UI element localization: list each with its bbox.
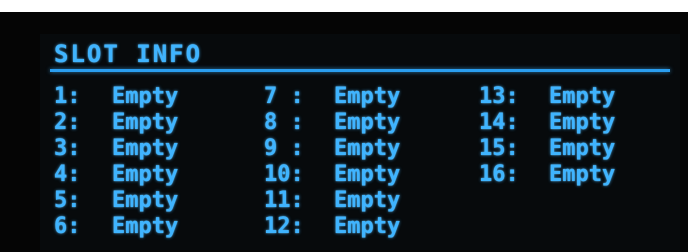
title-bar: SLOT INFO xyxy=(50,38,670,72)
slot-number: 10: xyxy=(264,162,304,187)
slot-number: 6: xyxy=(54,214,81,239)
slot-list: 1: Empty 2: Empty 3: Empty 4: Empty 5: Empty … xyxy=(54,84,666,246)
slot-6: 6: Empty xyxy=(54,214,254,240)
slot-status: Empty xyxy=(334,214,401,239)
slot-status: Empty xyxy=(334,188,401,213)
slot-status: Empty xyxy=(334,110,401,135)
slot-14: 14: Empty xyxy=(479,110,679,136)
slot-number: 8 : xyxy=(264,110,304,135)
slot-status: Empty xyxy=(112,136,179,161)
slot-11: 11: Empty xyxy=(264,188,464,214)
slot-number: 13: xyxy=(479,84,519,109)
slot-number: 16: xyxy=(479,162,519,187)
slot-8: 8 : Empty xyxy=(264,110,464,136)
slot-13: 13: Empty xyxy=(479,84,679,110)
slot-5: 5: Empty xyxy=(54,188,254,214)
slot-status: Empty xyxy=(112,162,179,187)
slot-status: Empty xyxy=(549,84,616,109)
title-underline xyxy=(50,69,670,72)
slot-12: 12: Empty xyxy=(264,214,464,240)
slot-status: Empty xyxy=(549,110,616,135)
slot-9: 9 : Empty xyxy=(264,136,464,162)
slot-number: 9 : xyxy=(264,136,304,161)
slot-status: Empty xyxy=(112,110,179,135)
slot-number: 2: xyxy=(54,110,81,135)
slot-15: 15: Empty xyxy=(479,136,679,162)
slot-7: 7 : Empty xyxy=(264,84,464,110)
slot-4: 4: Empty xyxy=(54,162,254,188)
oled-screen: SLOT INFO 1: Empty 2: Empty 3: Empty 4: Empt… xyxy=(40,34,680,250)
screen-title: SLOT INFO xyxy=(54,40,203,68)
slot-status: Empty xyxy=(334,84,401,109)
slot-number: 12: xyxy=(264,214,304,239)
slot-3: 3: Empty xyxy=(54,136,254,162)
slot-status: Empty xyxy=(112,188,179,213)
slot-status: Empty xyxy=(112,214,179,239)
device-bezel: SLOT INFO 1: Empty 2: Empty 3: Empty 4: Empt… xyxy=(0,12,688,252)
slot-1: 1: Empty xyxy=(54,84,254,110)
slot-column-3: 13: Empty 14: Empty 15: Empty 16: Empty xyxy=(479,84,679,188)
slot-column-2: 7 : Empty 8 : Empty 9 : Empty 10: Empty 11: E… xyxy=(264,84,464,240)
slot-status: Empty xyxy=(549,162,616,187)
slot-number: 1: xyxy=(54,84,81,109)
slot-16: 16: Empty xyxy=(479,162,679,188)
slot-column-1: 1: Empty 2: Empty 3: Empty 4: Empty 5: Empty … xyxy=(54,84,254,240)
slot-2: 2: Empty xyxy=(54,110,254,136)
slot-status: Empty xyxy=(112,84,179,109)
slot-number: 15: xyxy=(479,136,519,161)
slot-number: 4: xyxy=(54,162,81,187)
slot-status: Empty xyxy=(334,162,401,187)
slot-number: 3: xyxy=(54,136,81,161)
slot-number: 11: xyxy=(264,188,304,213)
slot-status: Empty xyxy=(334,136,401,161)
slot-status: Empty xyxy=(549,136,616,161)
slot-number: 14: xyxy=(479,110,519,135)
slot-number: 5: xyxy=(54,188,81,213)
slot-10: 10: Empty xyxy=(264,162,464,188)
slot-number: 7 : xyxy=(264,84,304,109)
